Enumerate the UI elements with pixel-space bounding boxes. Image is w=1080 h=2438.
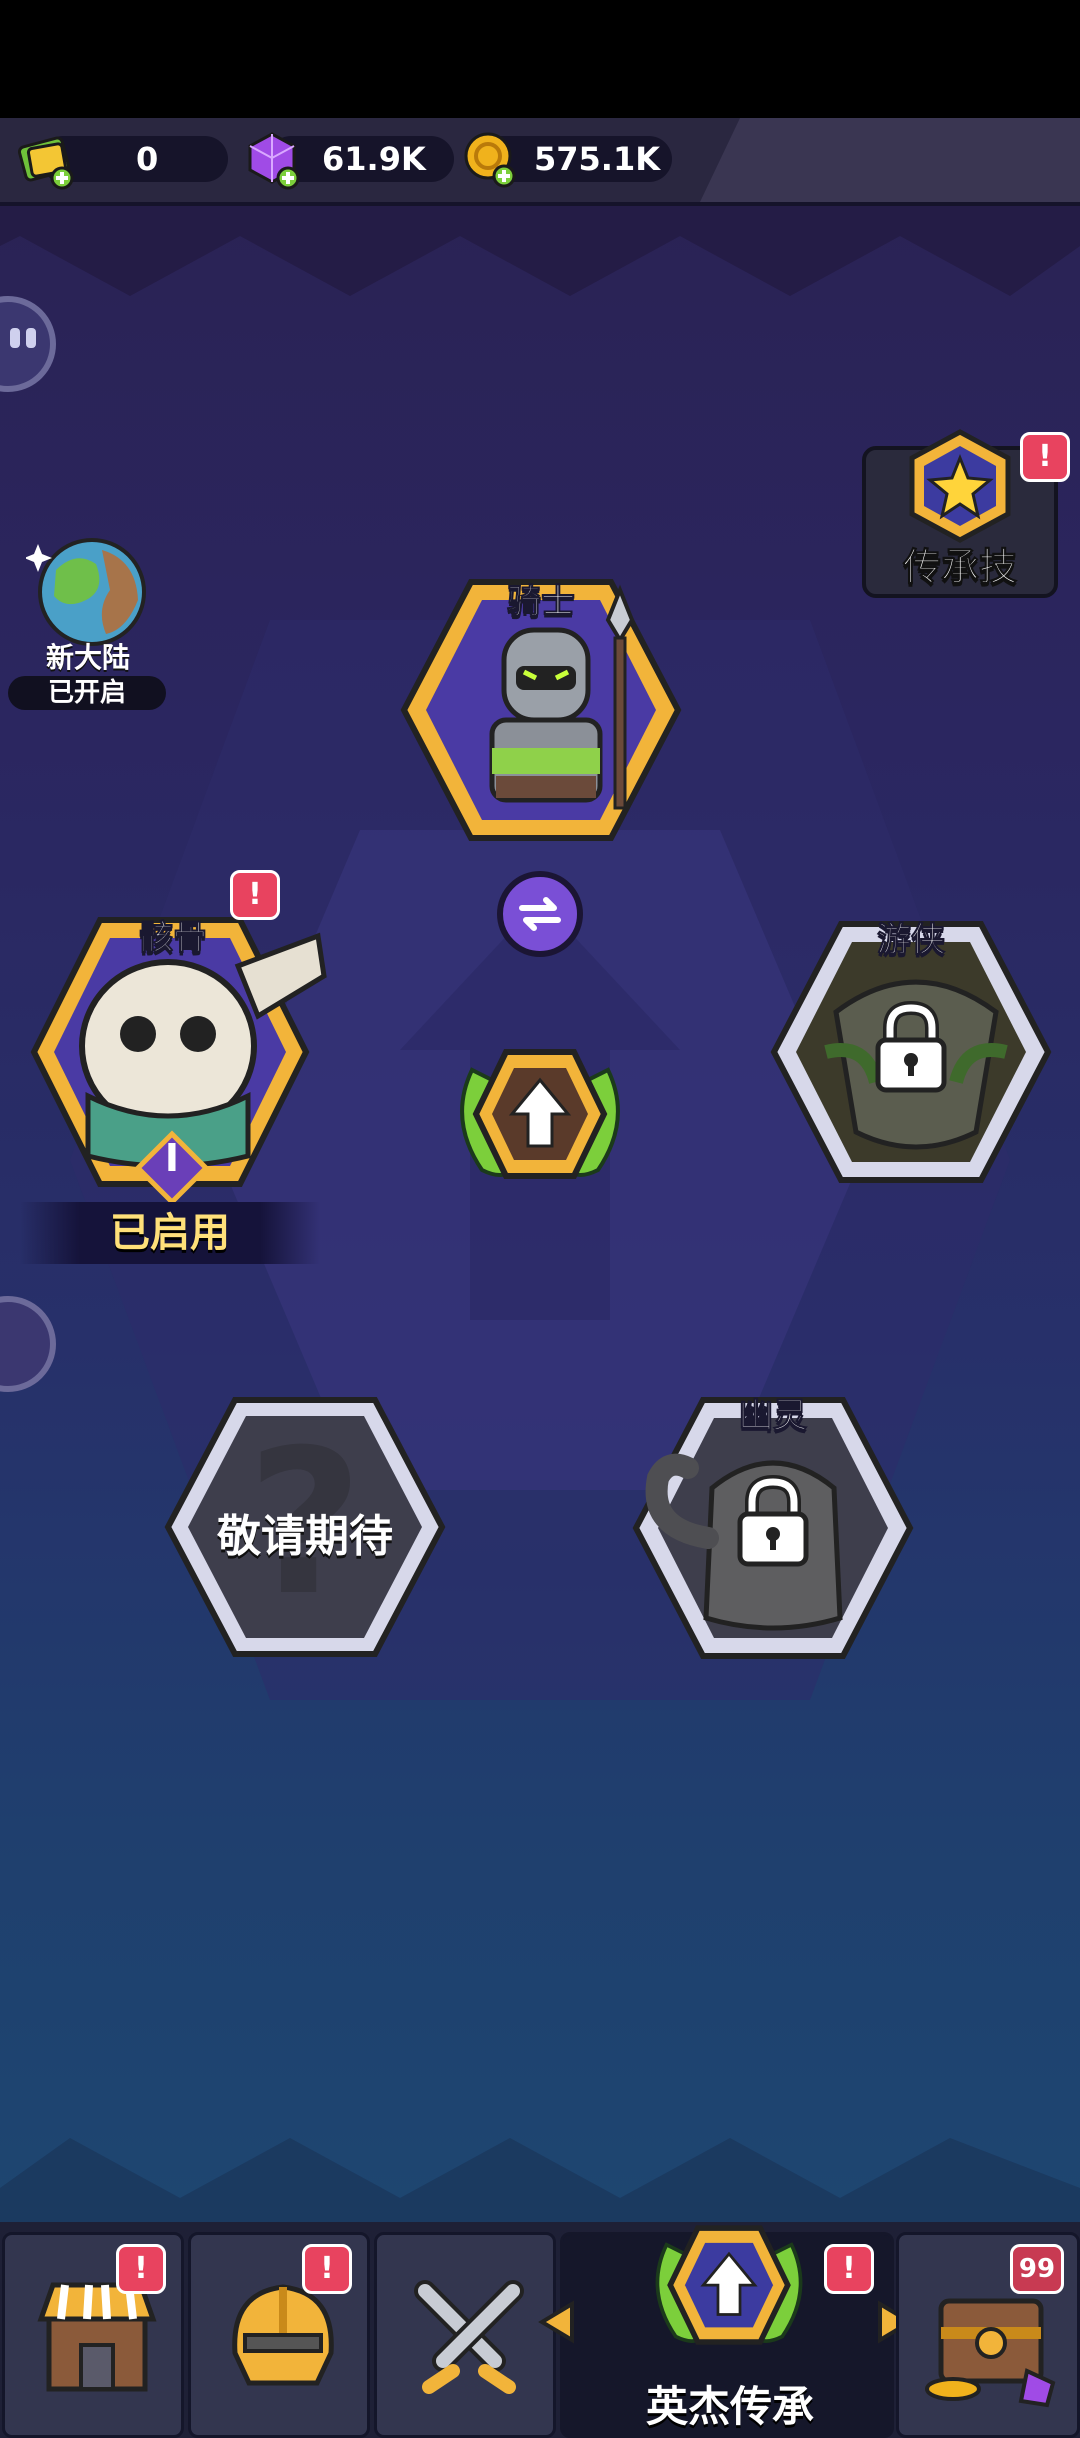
nav-tab-legacy-label: 英杰传承	[645, 2382, 814, 2431]
skeleton-alert-badge: !	[230, 870, 280, 920]
hero-ghost[interactable]: 幽灵	[628, 1388, 918, 1664]
side-menu-button-top[interactable]	[0, 296, 56, 392]
new-continent-status: 已开启	[8, 676, 166, 710]
top-zigzag-decoration	[0, 206, 1080, 296]
coin-value: 575.1K	[534, 140, 661, 178]
bottom-zigzag-decoration	[0, 2138, 1080, 2228]
legacy-alert-badge: !	[824, 2244, 874, 2294]
hero-skeleton[interactable]: 骸骨 I	[28, 906, 327, 1206]
hero-knight-name: 骑士	[507, 582, 576, 623]
star-emblem-icon	[909, 429, 1011, 543]
hero-skeleton-tier: I	[164, 1136, 180, 1180]
arrow-left-icon	[538, 2300, 574, 2344]
new-continent-button[interactable]: 新大陆 已开启	[8, 530, 168, 710]
hero-ghost-name: 幽灵	[739, 1396, 808, 1437]
hero-ranger-name: 游侠	[877, 920, 946, 961]
nav-tab-battle[interactable]	[374, 2232, 556, 2438]
lock-icon	[875, 1000, 947, 1093]
gem-icon	[248, 132, 300, 190]
bottom-navigation: ! ! 英杰传承 ! 99	[0, 2222, 1080, 2438]
ticket-icon	[18, 136, 74, 190]
swap-icon[interactable]	[496, 870, 584, 958]
ticket-value: 0	[136, 140, 159, 178]
resource-bar: 0 61.9K 575.1K	[0, 118, 1080, 206]
hero-coming-soon: ? 敬请期待	[160, 1392, 450, 1662]
gem-value: 61.9K	[322, 140, 426, 178]
side-menu-icon	[10, 328, 36, 348]
shop-alert-badge: !	[116, 2244, 166, 2294]
legacy-skill-label: 传承技	[902, 545, 1017, 590]
coming-soon-label: 敬请期待	[217, 1511, 393, 1562]
status-bar	[0, 0, 1080, 118]
legacy-skill-alert-badge: !	[1020, 432, 1070, 482]
upgrade-emblem-icon[interactable]	[442, 1030, 638, 1200]
lock-icon	[737, 1474, 809, 1567]
hero-skeleton-status: 已启用	[20, 1202, 320, 1264]
resource-bar-slant	[700, 118, 1080, 202]
coin-icon	[464, 132, 516, 188]
chest-count-badge: 99	[1010, 2244, 1064, 2294]
crossed-swords-icon	[414, 2280, 524, 2394]
hero-ranger[interactable]: 游侠	[766, 912, 1056, 1192]
hero-knight[interactable]: 骑士	[396, 570, 686, 850]
new-continent-title: 新大陆	[45, 641, 130, 674]
upgrade-emblem-icon	[655, 2225, 803, 2345]
globe-icon	[26, 538, 146, 646]
hero-alert-badge: !	[302, 2244, 352, 2294]
